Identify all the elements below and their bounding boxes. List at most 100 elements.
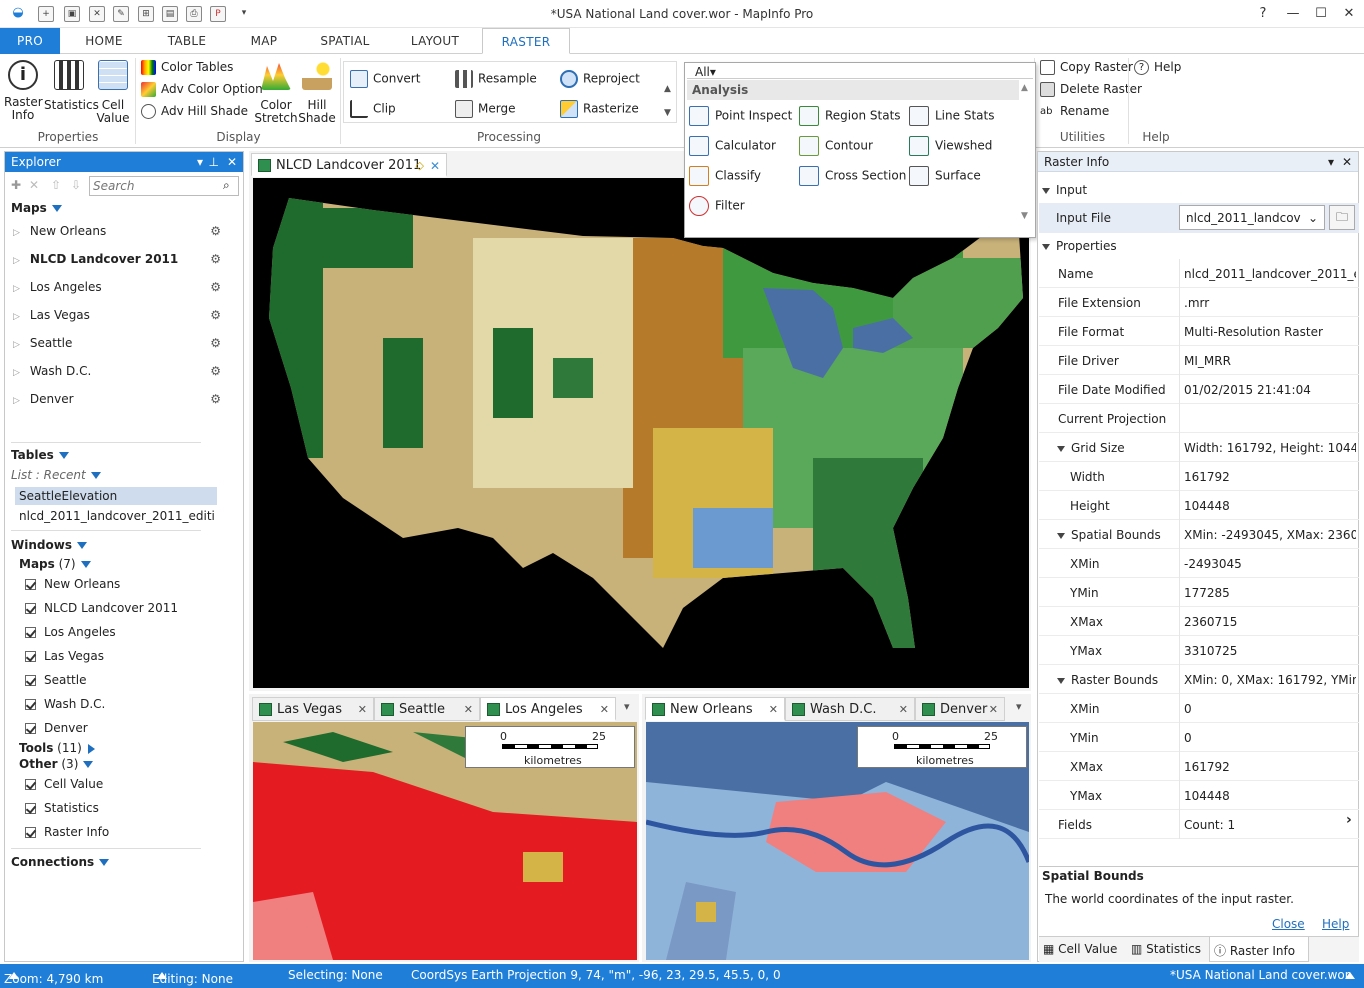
- copy-raster-button[interactable]: Copy Raster: [1040, 60, 1133, 75]
- analysis-item[interactable]: Contour: [799, 136, 873, 156]
- maximize-button[interactable]: ☐: [1310, 4, 1332, 24]
- list-recent-filter[interactable]: List : Recent: [11, 468, 101, 482]
- close-tab-icon[interactable]: ✕: [464, 698, 473, 722]
- pane-close-icon[interactable]: ✕: [1342, 152, 1352, 172]
- property-row[interactable]: Current Projection: [1039, 404, 1359, 433]
- help-window-button[interactable]: ?: [1252, 4, 1274, 24]
- window-map-item[interactable]: Wash D.C.: [25, 697, 105, 711]
- table-item[interactable]: SeattleElevation: [15, 487, 217, 505]
- property-row[interactable]: Raster Bounds XMin: 0, XMax: 161792, YMin…: [1039, 665, 1359, 694]
- property-row[interactable]: Name nlcd_2011_landcover_2011_editi: [1039, 259, 1359, 288]
- status-editing[interactable]: Editing: None: [152, 968, 233, 986]
- close-tab-icon[interactable]: ✕: [430, 154, 440, 178]
- cell-value-button[interactable]: Cell Value: [96, 60, 130, 125]
- property-row[interactable]: YMax 104448: [1039, 781, 1359, 810]
- map-item[interactable]: ▷ Las Vegas ⚙: [13, 308, 227, 322]
- map-tab[interactable]: Seattle ✕: [374, 697, 480, 721]
- checkbox[interactable]: [25, 827, 36, 838]
- clip-button[interactable]: Clip: [350, 100, 396, 118]
- checkbox[interactable]: [25, 651, 36, 662]
- gallery-scroll-down-icon[interactable]: ▼: [664, 108, 671, 118]
- layer-control-icon[interactable]: ⚙: [210, 308, 221, 322]
- property-row[interactable]: Grid Size Width: 161792, Height: 104448: [1039, 433, 1359, 462]
- map-tab[interactable]: New Orleans ✕: [645, 697, 785, 721]
- status-expand-icon[interactable]: [1340, 968, 1355, 982]
- window-map-item[interactable]: Denver: [25, 721, 88, 735]
- tables-section-header[interactable]: Tables: [11, 448, 69, 462]
- search-icon[interactable]: ⌕: [223, 178, 230, 193]
- color-stretch-button[interactable]: Color Stretch: [254, 60, 298, 125]
- close-tab-icon[interactable]: ✕: [358, 698, 367, 722]
- checkbox[interactable]: [25, 675, 36, 686]
- analysis-item[interactable]: Classify: [689, 166, 761, 186]
- map-item[interactable]: ▷ Denver ⚙: [13, 392, 227, 406]
- property-row[interactable]: XMax 161792: [1039, 752, 1359, 781]
- status-coordsys[interactable]: CoordSys Earth Projection 9, 74, "m", -9…: [411, 968, 781, 982]
- property-row[interactable]: Width 161792: [1039, 462, 1359, 491]
- connections-section-header[interactable]: Connections: [11, 855, 110, 869]
- help-link[interactable]: Help: [1322, 917, 1349, 931]
- table-item[interactable]: nlcd_2011_landcover_2011_editi: [19, 509, 215, 523]
- property-row[interactable]: XMax 2360715: [1039, 607, 1359, 636]
- dropdown-scroll-down-icon[interactable]: ▼: [1021, 211, 1028, 221]
- tab-spatial[interactable]: SPATIAL: [310, 28, 380, 54]
- convert-button[interactable]: Convert: [350, 70, 420, 88]
- property-row[interactable]: YMin 177285: [1039, 578, 1359, 607]
- tools-header[interactable]: Tools (11): [19, 741, 95, 755]
- tab-statistics[interactable]: ▥ Statistics: [1131, 942, 1201, 956]
- tab-table[interactable]: TABLE: [155, 28, 219, 54]
- property-row[interactable]: Spatial Bounds XMin: -2493045, XMax: 2360…: [1039, 520, 1359, 549]
- windows-maps-header[interactable]: Maps (7): [19, 557, 91, 571]
- layer-control-icon[interactable]: ⚙: [210, 224, 221, 238]
- close-window-button[interactable]: ✕: [1338, 4, 1360, 24]
- help-button[interactable]: ? Help: [1134, 60, 1181, 75]
- analysis-item[interactable]: Surface: [909, 166, 981, 186]
- close-link[interactable]: Close: [1272, 917, 1305, 931]
- property-row[interactable]: XMin 0: [1039, 694, 1359, 723]
- rasterize-button[interactable]: Rasterize: [560, 100, 639, 118]
- window-map-item[interactable]: New Orleans: [25, 577, 120, 591]
- pin-icon[interactable]: ⊥: [209, 152, 219, 172]
- property-row[interactable]: File Date Modified 01/02/2015 21:41:04: [1039, 375, 1359, 404]
- layer-control-icon[interactable]: ⚙: [210, 364, 221, 378]
- resample-button[interactable]: Resample: [455, 70, 537, 88]
- window-map-item[interactable]: Los Angeles: [25, 625, 116, 639]
- statistics-button[interactable]: Statistics: [44, 60, 99, 112]
- other-item[interactable]: Cell Value: [25, 777, 103, 791]
- layer-control-icon[interactable]: ⚙: [210, 392, 221, 406]
- checkbox[interactable]: [25, 627, 36, 638]
- close-tab-icon[interactable]: ✕: [769, 698, 778, 722]
- tab-nlcd-landcover[interactable]: NLCD Landcover 2011 ◇ ✕: [251, 153, 447, 177]
- map-tab[interactable]: Las Vegas ✕: [252, 697, 374, 721]
- analysis-item[interactable]: Point Inspect: [689, 106, 792, 126]
- other-header[interactable]: Other (3): [19, 757, 94, 771]
- map-item[interactable]: ▷ Seattle ⚙: [13, 336, 227, 350]
- pin-tab-icon[interactable]: ◇: [416, 154, 424, 178]
- analysis-item[interactable]: Cross Section: [799, 166, 906, 186]
- property-row[interactable]: File Extension .mrr: [1039, 288, 1359, 317]
- adv-color-option-button[interactable]: Adv Color Option: [141, 82, 263, 97]
- window-map-item[interactable]: Seattle: [25, 673, 86, 687]
- color-tables-button[interactable]: Color Tables: [141, 60, 233, 75]
- map-tab[interactable]: Denver ✕: [915, 697, 1005, 721]
- checkbox[interactable]: [25, 699, 36, 710]
- checkbox[interactable]: [25, 723, 36, 734]
- map-item[interactable]: ▷ Wash D.C. ⚙: [13, 364, 227, 378]
- checkbox[interactable]: [25, 803, 36, 814]
- analysis-filter-select[interactable]: All▾: [687, 65, 1033, 79]
- analysis-item[interactable]: Filter: [689, 196, 745, 216]
- minimize-button[interactable]: —: [1282, 4, 1304, 24]
- status-selecting[interactable]: Selecting: None: [288, 968, 383, 982]
- merge-button[interactable]: Merge: [455, 100, 515, 118]
- close-tab-icon[interactable]: ✕: [989, 698, 998, 722]
- raster-info-button[interactable]: i Raster Info: [4, 60, 43, 122]
- close-tab-icon[interactable]: ✕: [600, 698, 609, 722]
- remove-icon[interactable]: ✕: [29, 178, 39, 192]
- property-row[interactable]: Height 104448: [1039, 491, 1359, 520]
- adv-hill-shade-button[interactable]: Adv Hill Shade: [141, 104, 248, 119]
- tab-raster-info[interactable]: ⓘ Raster Info: [1209, 937, 1309, 962]
- layer-control-icon[interactable]: ⚙: [210, 252, 221, 266]
- tab-map[interactable]: MAP: [236, 28, 292, 54]
- pane-close-icon[interactable]: ✕: [227, 152, 237, 172]
- pane-menu-icon[interactable]: ▾: [197, 152, 203, 172]
